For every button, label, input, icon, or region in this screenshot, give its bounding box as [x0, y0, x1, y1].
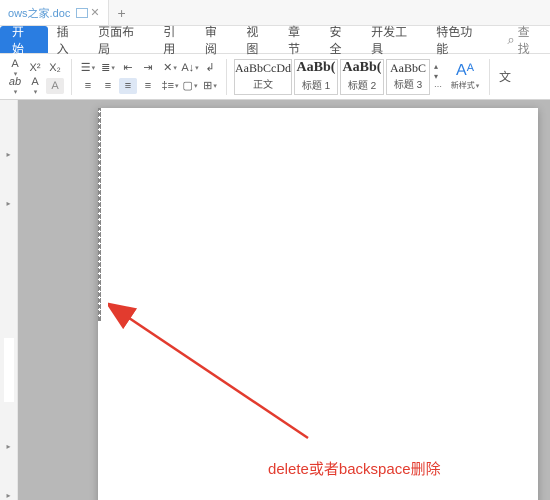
- align-center-button[interactable]: ≡: [99, 78, 117, 94]
- style-preview: AaBbC: [390, 62, 426, 74]
- style-body[interactable]: AaBbCcDd 正文: [234, 59, 292, 95]
- chevron-up-icon[interactable]: ▴: [434, 62, 442, 71]
- menu-review[interactable]: 审阅: [196, 26, 238, 53]
- new-style-button[interactable]: Aᴬ 新样式: [448, 59, 482, 95]
- style-heading1[interactable]: AaBb( 标题 1: [294, 59, 338, 95]
- menu-view[interactable]: 视图: [237, 26, 279, 53]
- style-heading3[interactable]: AaBbC 标题 3: [386, 59, 430, 95]
- menu-search[interactable]: 查找: [498, 26, 550, 53]
- highlight-button[interactable]: ab: [6, 78, 24, 94]
- menu-insert[interactable]: 插入: [48, 26, 90, 53]
- page-break-marker: [98, 108, 101, 321]
- annotation-arrow: [108, 298, 358, 448]
- style-preview: AaBbCcDd: [235, 62, 291, 74]
- side-tab[interactable]: ▸: [6, 491, 10, 500]
- separator: [226, 59, 227, 95]
- menu-start[interactable]: 开始: [0, 26, 48, 53]
- ltr-button[interactable]: A↓: [181, 60, 199, 76]
- ribbon: A X² X₂ ab A A ☰ ≣ ⇤ ⇥ ≡ ≡ ≡ ≡ ✕ A↓ ↲: [0, 54, 550, 100]
- style-label: 标题 1: [302, 77, 330, 92]
- menu-special[interactable]: 特色功能: [427, 26, 492, 53]
- separator: [71, 59, 72, 95]
- styles-gallery: AaBbCcDd 正文 AaBb( 标题 1 AaBb( 标题 2 AaBbC …: [234, 59, 444, 95]
- new-style-label: 新样式: [451, 80, 480, 91]
- new-style-icon: Aᴬ: [456, 62, 474, 80]
- style-label: 标题 2: [348, 77, 376, 92]
- page-area: delete或者backspace删除: [18, 100, 550, 500]
- align-distribute-button[interactable]: ≡: [139, 78, 157, 94]
- superscript-button[interactable]: X²: [26, 60, 44, 76]
- menu-page-layout[interactable]: 页面布局: [89, 26, 154, 53]
- style-heading2[interactable]: AaBb( 标题 2: [340, 59, 384, 95]
- bullets-button[interactable]: ☰: [79, 60, 97, 76]
- chevron-down-icon[interactable]: ▾: [434, 72, 442, 81]
- show-marks-button[interactable]: ↲: [201, 60, 219, 76]
- document-page[interactable]: delete或者backspace删除: [98, 108, 538, 500]
- side-panel: ▸ ▸ ▸ ▸: [0, 100, 18, 500]
- menu-security[interactable]: 安全: [321, 26, 363, 53]
- style-label: 标题 3: [394, 76, 422, 91]
- document-tab[interactable]: ows之家.doc ✕: [0, 0, 109, 25]
- text-effect-button[interactable]: A: [26, 78, 44, 94]
- char-shading-button[interactable]: A: [46, 78, 64, 94]
- numbering-button[interactable]: ≣: [99, 60, 117, 76]
- annotation-text: delete或者backspace删除: [268, 458, 441, 479]
- tab-title: ows之家.doc: [8, 5, 70, 21]
- borders-button[interactable]: ⊞: [201, 78, 219, 94]
- menu-reference[interactable]: 引用: [154, 26, 196, 53]
- side-tab[interactable]: ▸: [6, 150, 10, 159]
- style-preview: AaBb(: [297, 61, 336, 75]
- side-tab[interactable]: ▸: [6, 442, 10, 451]
- decrease-indent-button[interactable]: ⇤: [119, 60, 137, 76]
- subscript-button[interactable]: X₂: [46, 60, 64, 76]
- feedback-icon[interactable]: [76, 8, 88, 18]
- menu-section[interactable]: 章节: [279, 26, 321, 53]
- menu-bar: 开始 插入 页面布局 引用 审阅 视图 章节 安全 开发工具 特色功能 查找: [0, 26, 550, 54]
- styles-more[interactable]: ▴ ▾ ⋯: [432, 62, 444, 91]
- tab-settings-button[interactable]: ✕: [161, 60, 179, 76]
- separator: [489, 59, 490, 95]
- font-color-button[interactable]: A: [6, 60, 24, 76]
- workspace: ▸ ▸ ▸ ▸ delete或者backspace删除: [0, 100, 550, 500]
- side-tab[interactable]: ▸: [6, 199, 10, 208]
- new-tab-button[interactable]: +: [109, 5, 135, 21]
- increase-indent-button[interactable]: ⇥: [139, 60, 157, 76]
- style-preview: AaBb(: [343, 61, 382, 75]
- close-icon[interactable]: ✕: [90, 6, 99, 19]
- text-tool-button[interactable]: 文: [497, 69, 513, 85]
- shading-button[interactable]: ▢: [181, 78, 199, 94]
- expand-icon[interactable]: ⋯: [434, 82, 442, 91]
- align-justify-button[interactable]: ≡: [119, 78, 137, 94]
- align-left-button[interactable]: ≡: [79, 78, 97, 94]
- menu-devtools[interactable]: 开发工具: [362, 26, 427, 53]
- style-label: 正文: [253, 76, 273, 91]
- line-spacing-button[interactable]: ‡≡: [161, 78, 179, 94]
